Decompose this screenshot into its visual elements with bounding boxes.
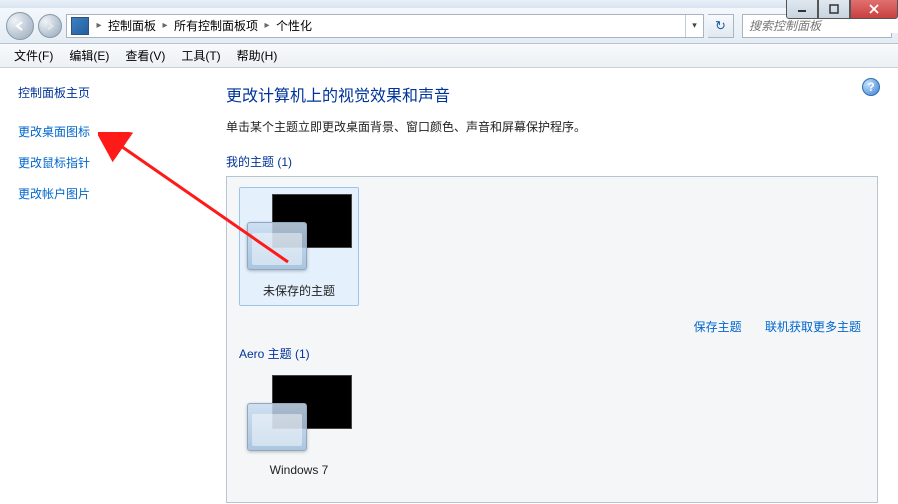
navigation-bar: ▸ 控制面板 ▸ 所有控制面板项 ▸ 个性化 ▾ ↻ 🔍 (0, 8, 898, 44)
sidebar-link-desktop-icons[interactable]: 更改桌面图标 (18, 123, 192, 140)
theme-thumbnail (247, 194, 352, 274)
menu-tools[interactable]: 工具(T) (173, 44, 228, 67)
window-preview-icon (247, 403, 307, 451)
sidebar-title[interactable]: 控制面板主页 (18, 84, 192, 101)
menu-file[interactable]: 文件(F) (6, 44, 61, 67)
window-maximize-button[interactable] (818, 0, 850, 19)
get-more-themes-link[interactable]: 联机获取更多主题 (765, 320, 861, 334)
breadcrumb: ▸ 控制面板 ▸ 所有控制面板项 ▸ 个性化 (93, 15, 685, 37)
chevron-right-icon[interactable]: ▸ (159, 20, 171, 31)
theme-actions: 保存主题 联机获取更多主题 (239, 314, 865, 337)
group-title-aero-themes: Aero 主题 (1) (239, 345, 865, 362)
nav-back-button[interactable] (6, 12, 34, 40)
save-theme-link[interactable]: 保存主题 (694, 320, 742, 334)
page-title: 更改计算机上的视觉效果和声音 (226, 82, 878, 106)
window-preview-icon (247, 222, 307, 270)
content-area: 控制面板主页 更改桌面图标 更改鼠标指针 更改帐户图片 ? 更改计算机上的视觉效… (0, 68, 898, 504)
window-close-button[interactable] (850, 0, 898, 19)
refresh-button[interactable]: ↻ (708, 14, 734, 38)
sidebar: 控制面板主页 更改桌面图标 更改鼠标指针 更改帐户图片 (0, 68, 210, 504)
theme-row: 未保存的主题 (239, 187, 865, 306)
menu-edit[interactable]: 编辑(E) (61, 44, 117, 67)
breadcrumb-item[interactable]: 个性化 (273, 17, 315, 34)
window-minimize-button[interactable] (786, 0, 818, 19)
theme-label: Windows 7 (246, 463, 352, 477)
sidebar-link-mouse-pointer[interactable]: 更改鼠标指针 (18, 154, 192, 171)
theme-thumbnail (247, 375, 352, 455)
main-panel: ? 更改计算机上的视觉效果和声音 单击某个主题立即更改桌面背景、窗口颜色、声音和… (210, 68, 898, 504)
chevron-right-icon[interactable]: ▸ (261, 20, 273, 31)
theme-row: Windows 7 (239, 368, 865, 484)
menu-help[interactable]: 帮助(H) (229, 44, 286, 67)
menu-view[interactable]: 查看(V) (117, 44, 173, 67)
themes-panel: 未保存的主题 保存主题 联机获取更多主题 Aero 主题 (1) Windows… (226, 176, 878, 503)
theme-item[interactable]: Windows 7 (239, 368, 359, 484)
window-controls (786, 0, 898, 19)
theme-label: 未保存的主题 (246, 282, 352, 299)
menubar: 文件(F) 编辑(E) 查看(V) 工具(T) 帮助(H) (0, 44, 898, 68)
control-panel-icon (71, 17, 89, 35)
group-title-my-themes: 我的主题 (1) (226, 153, 878, 170)
breadcrumb-item[interactable]: 控制面板 (105, 17, 159, 34)
chevron-right-icon[interactable]: ▸ (93, 20, 105, 31)
help-icon[interactable]: ? (862, 78, 880, 96)
sidebar-link-account-picture[interactable]: 更改帐户图片 (18, 185, 192, 202)
page-description: 单击某个主题立即更改桌面背景、窗口颜色、声音和屏幕保护程序。 (226, 118, 878, 135)
address-bar[interactable]: ▸ 控制面板 ▸ 所有控制面板项 ▸ 个性化 ▾ (66, 14, 704, 38)
search-input[interactable] (743, 19, 898, 33)
address-dropdown-button[interactable]: ▾ (685, 15, 703, 37)
theme-item[interactable]: 未保存的主题 (239, 187, 359, 306)
titlebar (0, 0, 898, 8)
breadcrumb-item[interactable]: 所有控制面板项 (171, 17, 261, 34)
nav-forward-button[interactable] (38, 14, 62, 38)
